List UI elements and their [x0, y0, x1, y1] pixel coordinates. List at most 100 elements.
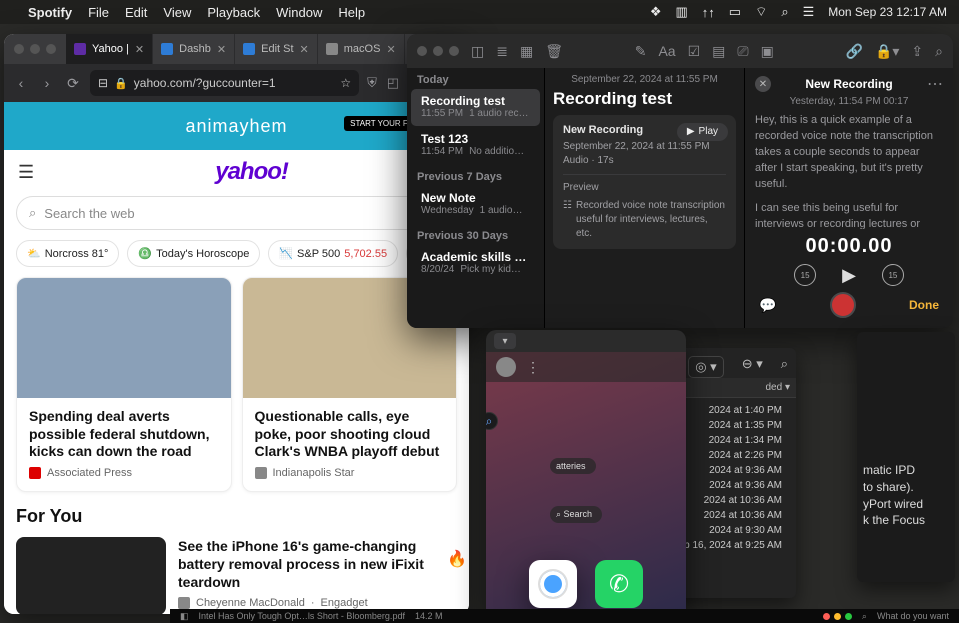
- whatsapp-app-icon[interactable]: ✆: [595, 560, 643, 608]
- pill-weather[interactable]: ⛅Norcross 81°: [16, 240, 119, 267]
- address-bar[interactable]: ⊟ 🔒 yahoo.com/?guccounter=1 ☆: [90, 70, 359, 96]
- group-menu[interactable]: ◎ ▾: [688, 356, 723, 378]
- safari-app-icon[interactable]: [529, 560, 577, 608]
- iphone-screen[interactable]: ⋮ ⌕ atteries ⌕ Search ✆: [486, 352, 686, 620]
- close-button[interactable]: [823, 613, 830, 620]
- transcript-toggle-icon[interactable]: 💬: [759, 297, 776, 314]
- close-button[interactable]: [417, 46, 427, 56]
- menu-window[interactable]: Window: [276, 5, 322, 20]
- battery-icon[interactable]: ▭: [729, 4, 741, 20]
- note-item[interactable]: Academic skills br… 8/20/24Pick my kid…: [411, 245, 540, 282]
- ad-banner[interactable]: animayhem START YOUR FREE TRIAL: [4, 102, 469, 150]
- back-button[interactable]: ‹: [12, 75, 30, 91]
- hamburger-icon[interactable]: ☰: [18, 162, 34, 183]
- yahoo-logo[interactable]: yahoo!: [48, 158, 455, 186]
- align-icon[interactable]: ⎚: [737, 43, 748, 60]
- sort-column[interactable]: ded: [766, 382, 791, 393]
- checklist-icon[interactable]: ☑: [688, 43, 701, 60]
- menu-playback[interactable]: Playback: [207, 5, 260, 20]
- note-item[interactable]: Recording test 11:55 PM1 audio rec…: [411, 89, 540, 126]
- link-icon[interactable]: 🔗: [846, 43, 863, 60]
- menu-view[interactable]: View: [163, 5, 191, 20]
- pocket-icon[interactable]: ◰: [387, 75, 399, 91]
- more-icon[interactable]: ⋯: [927, 74, 943, 94]
- pill-horoscope[interactable]: ♎Today's Horoscope: [127, 240, 260, 267]
- search-icon[interactable]: ⌕: [486, 412, 498, 430]
- search-input[interactable]: ⌕ Search the web: [16, 196, 457, 230]
- search-icon[interactable]: ⌕: [935, 43, 943, 60]
- kebab-icon[interactable]: ⋮: [526, 359, 540, 376]
- menu-file[interactable]: File: [88, 5, 109, 20]
- list-view-icon[interactable]: ≣: [496, 43, 508, 60]
- skip-back-button[interactable]: 15: [794, 264, 816, 286]
- minimize-button[interactable]: [834, 613, 841, 620]
- share-icon[interactable]: ⇪: [911, 43, 923, 60]
- prompt-text[interactable]: What do you want: [877, 611, 949, 621]
- task-title[interactable]: Intel Has Only Tough Opt…ls Short - Bloo…: [199, 611, 405, 621]
- menu-help[interactable]: Help: [338, 5, 365, 20]
- tab-close-icon[interactable]: ✕: [135, 43, 144, 56]
- wifi-icon[interactable]: ⌔: [755, 4, 767, 20]
- for-you-item[interactable]: See the iPhone 16's game-changing batter…: [4, 531, 469, 615]
- spotlight-icon[interactable]: ⌕: [781, 4, 788, 20]
- tab-macos[interactable]: macOS✕: [318, 34, 405, 64]
- record-button[interactable]: [830, 292, 856, 318]
- reaction-icon[interactable]: 🔥: [447, 549, 467, 569]
- app-icon[interactable]: ◧: [180, 611, 189, 622]
- tab-yahoo[interactable]: Yahoo |✕: [66, 34, 153, 64]
- note-item[interactable]: Test 123 11:54 PMNo additio…: [411, 127, 540, 164]
- media-icon[interactable]: ▣: [761, 43, 774, 60]
- car-icon[interactable]: ▥: [675, 4, 687, 20]
- tab-close-icon[interactable]: ✕: [300, 43, 309, 56]
- pill-sp500[interactable]: 📉S&P 500 5,702.55: [268, 240, 398, 267]
- reload-button[interactable]: ⟳: [64, 75, 82, 92]
- sidebar-toggle-icon[interactable]: ◫: [471, 43, 484, 60]
- site-settings-icon[interactable]: ⊟: [98, 76, 108, 90]
- bookmark-icon[interactable]: ☆: [340, 76, 351, 90]
- menu-edit[interactable]: Edit: [125, 5, 147, 20]
- tab-close-icon[interactable]: ✕: [217, 43, 226, 56]
- note-item[interactable]: New Note Wednesday1 audio…: [411, 186, 540, 223]
- menubar-clock[interactable]: Mon Sep 23 12:17 AM: [828, 5, 947, 19]
- zoom-button[interactable]: [845, 613, 852, 620]
- done-button[interactable]: Done: [909, 298, 939, 312]
- widget-pill[interactable]: atteries: [550, 458, 596, 474]
- shield-icon[interactable]: ⛨: [367, 75, 377, 91]
- expand-button[interactable]: ▾: [494, 333, 516, 349]
- grid-view-icon[interactable]: ▦: [520, 43, 533, 60]
- skip-forward-button[interactable]: 15: [882, 264, 904, 286]
- tab-dashb[interactable]: Dashb✕: [153, 34, 235, 64]
- tab-editst[interactable]: Edit St✕: [235, 34, 318, 64]
- search-icon[interactable]: ⌕: [781, 356, 788, 378]
- notes-sidebar: Today Recording test 11:55 PM1 audio rec…: [407, 68, 545, 328]
- trash-icon[interactable]: 🗑: [545, 43, 563, 60]
- zoom-button[interactable]: [449, 46, 459, 56]
- play-button[interactable]: ▶: [842, 265, 856, 286]
- forward-button[interactable]: ›: [38, 75, 56, 91]
- tab-close-icon[interactable]: ✕: [386, 43, 395, 56]
- search-pill[interactable]: ⌕ Search: [550, 506, 602, 523]
- task-size: 14.2 M: [415, 611, 443, 621]
- source-icon: [29, 467, 41, 479]
- lock-icon[interactable]: 🔒▾: [875, 43, 899, 60]
- note-time: 11:54 PM: [421, 146, 463, 157]
- news-card[interactable]: Spending deal averts possible federal sh…: [16, 277, 232, 492]
- close-panel-icon[interactable]: ✕: [755, 76, 771, 92]
- evernote-icon[interactable]: ❖: [650, 4, 662, 20]
- control-center-icon[interactable]: ☰: [803, 4, 815, 20]
- recording-card[interactable]: New Recording September 22, 2024 at 11:5…: [553, 115, 736, 249]
- zoom-button[interactable]: [46, 44, 56, 54]
- close-button[interactable]: [14, 44, 24, 54]
- minimize-button[interactable]: [30, 44, 40, 54]
- search-icon[interactable]: ⌕: [862, 611, 867, 622]
- minimize-button[interactable]: [433, 46, 443, 56]
- play-button[interactable]: ▶Play: [677, 123, 728, 141]
- menubar-app-name[interactable]: Spotify: [28, 5, 72, 20]
- avatar-icon[interactable]: [496, 357, 516, 377]
- font-icon[interactable]: Aa: [658, 43, 675, 59]
- action-menu[interactable]: ⊖ ▾: [742, 356, 763, 378]
- table-icon[interactable]: ▤: [712, 43, 725, 60]
- compose-icon[interactable]: ✎: [635, 43, 647, 60]
- preview-label: Preview: [563, 181, 726, 195]
- updates-icon[interactable]: ↑↑: [702, 5, 715, 20]
